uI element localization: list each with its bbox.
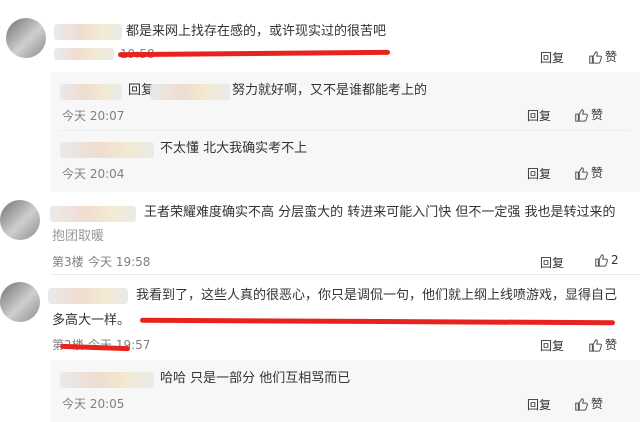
comment-time: 今天 19:58 bbox=[88, 255, 151, 269]
username[interactable] bbox=[60, 84, 122, 100]
divider bbox=[60, 130, 630, 131]
reply-button[interactable]: 回复 bbox=[527, 396, 551, 413]
comment-time: 今天 20:05 bbox=[62, 397, 125, 411]
divider bbox=[50, 274, 640, 275]
highlight-underline bbox=[117, 49, 391, 58]
like-button[interactable]: 赞 bbox=[574, 395, 603, 412]
thumbs-up-icon bbox=[589, 338, 602, 352]
reply-button[interactable]: 回复 bbox=[527, 107, 551, 124]
thumbs-up-icon bbox=[575, 166, 588, 180]
reply-button[interactable]: 回复 bbox=[540, 254, 564, 271]
avatar[interactable] bbox=[6, 18, 46, 58]
thumbs-up-icon bbox=[575, 108, 588, 122]
like-count: 2 bbox=[611, 253, 619, 267]
like-button[interactable]: 2 bbox=[594, 253, 619, 267]
floor-number: 第3楼 bbox=[52, 255, 84, 269]
comment-text: 哈哈 只是一部分 他们互相骂而已 bbox=[160, 371, 351, 386]
comment-text: 我看到了，这些人真的很恶心，你只是调侃一句，他们就上纲上线喷游戏，显得自己 bbox=[136, 288, 618, 303]
username[interactable] bbox=[60, 372, 154, 388]
like-label: 赞 bbox=[591, 166, 604, 180]
comment-text: 不太懂 北大我确实考不上 bbox=[160, 141, 308, 156]
comment-text: 王者荣耀难度确实不高 分层蛮大的 转进来可能入门快 但不一定强 我也是转过来的 bbox=[144, 205, 616, 220]
like-label: 赞 bbox=[591, 108, 604, 122]
thumbs-up-icon bbox=[589, 50, 602, 64]
mention-user[interactable] bbox=[150, 84, 230, 100]
highlight-underline bbox=[139, 317, 616, 326]
comment-text-cont: 多高大一样。 bbox=[52, 313, 131, 328]
thumbs-up-icon bbox=[595, 254, 608, 267]
comment-text-cont: 努力就好啊，又不是谁都能考上的 bbox=[232, 83, 428, 98]
like-button[interactable]: 赞 bbox=[588, 48, 617, 65]
reply-button[interactable]: 回复 bbox=[540, 337, 564, 354]
reply-button[interactable]: 回复 bbox=[540, 49, 564, 66]
thumbs-up-icon bbox=[575, 397, 588, 411]
reply-button[interactable]: 回复 bbox=[527, 165, 551, 182]
like-button[interactable]: 赞 bbox=[588, 336, 617, 353]
comment-time: 今天 20:07 bbox=[62, 109, 125, 123]
comment-time: 今天 20:04 bbox=[62, 167, 125, 181]
like-label: 赞 bbox=[605, 338, 618, 352]
comment-text: 都是来网上找存在感的，或许现实过的很苦吧 bbox=[126, 24, 387, 39]
comment-text-cont: 抱团取暖 bbox=[52, 229, 105, 244]
like-button[interactable]: 赞 bbox=[574, 106, 603, 123]
floor-label bbox=[54, 48, 114, 60]
avatar[interactable] bbox=[0, 282, 40, 322]
username[interactable] bbox=[54, 24, 122, 40]
like-label: 赞 bbox=[591, 397, 604, 411]
like-button[interactable]: 赞 bbox=[574, 164, 603, 181]
avatar[interactable] bbox=[0, 200, 40, 240]
username[interactable] bbox=[48, 288, 128, 304]
username[interactable] bbox=[60, 142, 154, 158]
like-label: 赞 bbox=[605, 50, 618, 64]
username[interactable] bbox=[50, 206, 136, 222]
